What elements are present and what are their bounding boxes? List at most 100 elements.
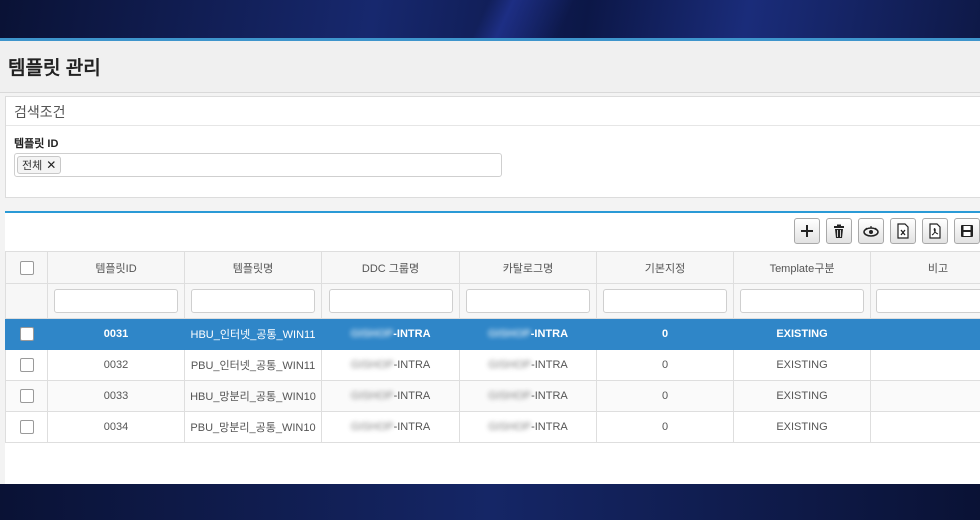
row-select-cell: [5, 380, 48, 412]
template-id-label: 템플릿 ID: [14, 138, 59, 150]
catalog-suffix: -INTRA: [531, 390, 568, 402]
excel-export-button[interactable]: [890, 218, 916, 244]
column-header[interactable]: 카탈로그명: [459, 251, 597, 284]
filter-template-id-input[interactable]: [54, 289, 178, 313]
template-type-cell: EXISTING: [733, 318, 871, 350]
redacted-text: GISHOP: [350, 390, 394, 402]
template-name-cell: PBU_망분리_공통_WIN10: [184, 411, 322, 443]
redacted-text: GISHOP: [487, 328, 531, 340]
redacted-text: GISHOP: [488, 421, 532, 433]
search-panel: 검색조건 템플릿 ID 전체 ✕: [5, 96, 980, 198]
row-select-cell: [5, 349, 48, 381]
template-id-cell: 0031: [47, 318, 185, 350]
table-row[interactable]: 0032 PBU_인터넷_공통_WIN11 GISHOP-INTRA GISHO…: [5, 349, 980, 381]
column-header[interactable]: 템플릿ID: [47, 251, 185, 284]
redacted-text: GISHOP: [488, 390, 532, 402]
view-icon: [863, 226, 879, 237]
filter-template-name-input[interactable]: [191, 289, 315, 313]
ddc-group-suffix: -INTRA: [393, 328, 431, 340]
template-type-cell: EXISTING: [733, 380, 871, 412]
catalog-suffix: -INTRA: [530, 328, 569, 340]
default-cell: 0: [596, 318, 734, 350]
ddc-group-suffix: -INTRA: [393, 421, 431, 433]
filter-cell: [321, 283, 460, 319]
add-button[interactable]: [794, 218, 820, 244]
template-type-cell: EXISTING: [733, 349, 871, 381]
filter-cell: [733, 283, 871, 319]
template-id-cell: 0034: [47, 411, 185, 443]
app-window: 템플릿 관리 검색조건 템플릿 ID 전체 ✕ 템플릿ID 템플릿명 DDC 그…: [0, 38, 980, 484]
default-cell: 0: [596, 349, 734, 381]
row-select-cell: [5, 411, 48, 443]
view-button[interactable]: [858, 218, 884, 244]
filter-catalog-input[interactable]: [466, 289, 590, 313]
column-header[interactable]: DDC 그룹명: [321, 251, 460, 284]
background-strip: [0, 484, 980, 520]
filter-cell: [184, 283, 322, 319]
row-checkbox[interactable]: [19, 358, 34, 372]
template-type-cell: EXISTING: [733, 411, 871, 443]
column-header[interactable]: 비고: [870, 251, 980, 284]
delete-button[interactable]: [826, 218, 852, 244]
trash-icon: [834, 224, 844, 238]
template-name-cell: HBU_인터넷_공통_WIN11: [184, 318, 322, 350]
redacted-text: GISHOP: [350, 421, 394, 433]
filter-cell: [870, 283, 980, 319]
ddc-group-cell: GISHOP-INTRA: [321, 349, 460, 381]
row-checkbox[interactable]: [19, 420, 34, 434]
template-id-cell: 0032: [47, 349, 185, 381]
filter-ddc-group-input[interactable]: [328, 289, 453, 313]
filter-row: [5, 283, 980, 319]
table-row[interactable]: 0034 PBU_망분리_공통_WIN10 GISHOP-INTRA GISHO…: [5, 411, 980, 443]
redacted-text: GISHOP: [350, 328, 394, 340]
default-cell: 0: [596, 380, 734, 412]
remove-tag-icon[interactable]: ✕: [46, 158, 56, 172]
catalog-cell: GISHOP-INTRA: [459, 318, 597, 350]
column-header[interactable]: 템플릿명: [184, 251, 322, 284]
search-panel-header: 검색조건: [6, 97, 980, 126]
catalog-suffix: -INTRA: [531, 359, 568, 371]
table-row[interactable]: 0031 HBU_인터넷_공통_WIN11 GISHOP-INTRA GISHO…: [5, 318, 980, 350]
template-grid: 템플릿ID 템플릿명 DDC 그룹명 카탈로그명 기본지정 Template구분…: [5, 251, 980, 443]
save-button[interactable]: [954, 218, 980, 244]
default-cell: 0: [596, 411, 734, 443]
row-select-cell: [5, 318, 48, 350]
title-bar: 템플릿 관리: [0, 41, 980, 93]
ddc-group-cell: GISHOP-INTRA: [321, 318, 460, 350]
redacted-text: GISHOP: [350, 359, 394, 371]
template-name-cell: PBU_인터넷_공통_WIN11: [184, 349, 322, 381]
select-all-checkbox[interactable]: [19, 260, 34, 275]
row-checkbox[interactable]: [19, 389, 34, 403]
catalog-cell: GISHOP-INTRA: [459, 380, 597, 412]
ddc-group-suffix: -INTRA: [393, 390, 431, 402]
template-id-multiselect[interactable]: 전체 ✕: [14, 153, 502, 177]
catalog-cell: GISHOP-INTRA: [459, 411, 597, 443]
save-icon: [961, 225, 973, 237]
column-header[interactable]: 기본지정: [596, 251, 734, 284]
note-cell: [870, 349, 980, 381]
pdf-export-button[interactable]: [922, 218, 948, 244]
filter-cell: [459, 283, 597, 319]
row-checkbox[interactable]: [19, 327, 34, 341]
filter-cell: [47, 283, 185, 319]
note-cell: [870, 411, 980, 443]
grid-panel: 템플릿ID 템플릿명 DDC 그룹명 카탈로그명 기본지정 Template구분…: [5, 211, 980, 484]
selected-tag-label: 전체: [22, 160, 43, 172]
catalog-suffix: -INTRA: [531, 421, 568, 433]
catalog-cell: GISHOP-INTRA: [459, 349, 597, 381]
ddc-group-cell: GISHOP-INTRA: [321, 380, 460, 412]
filter-default-input[interactable]: [603, 289, 727, 313]
header-row: 템플릿ID 템플릿명 DDC 그룹명 카탈로그명 기본지정 Template구분…: [5, 251, 980, 284]
table-row[interactable]: 0033 HBU_망분리_공통_WIN10 GISHOP-INTRA GISHO…: [5, 380, 980, 412]
grid-toolbar: [794, 218, 980, 244]
ddc-group-cell: GISHOP-INTRA: [321, 411, 460, 443]
redacted-text: GISHOP: [488, 359, 532, 371]
select-all-header: [5, 251, 48, 284]
plus-icon: [801, 225, 813, 237]
filter-note-input[interactable]: [876, 289, 980, 313]
filter-cell-empty: [5, 283, 48, 319]
column-header[interactable]: Template구분: [733, 251, 871, 284]
template-id-cell: 0033: [47, 380, 185, 412]
filter-cell: [596, 283, 734, 319]
filter-template-type-input[interactable]: [740, 289, 864, 313]
